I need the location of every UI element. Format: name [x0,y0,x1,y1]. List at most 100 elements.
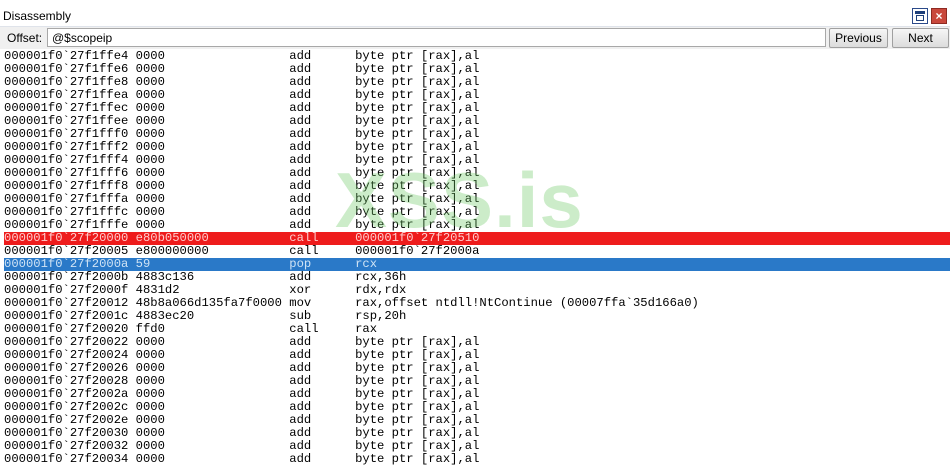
instruction-mnemonic: add [289,127,356,141]
instruction-mnemonic: add [289,62,356,76]
close-icon[interactable]: × [931,8,947,24]
previous-button[interactable]: Previous [829,28,888,48]
window-title: Disassembly [3,9,72,23]
instruction-bytes: 0000 [135,400,290,414]
instruction-operands: byte ptr [rax],al [355,400,480,414]
instruction-bytes: 4883c136 [135,270,290,284]
instruction-bytes: ffd0 [135,322,290,336]
instruction-address: 000001f0`27f1fff2 [4,140,136,154]
instruction-address: 000001f0`27f20028 [4,374,136,388]
instruction-operands: byte ptr [rax],al [355,361,480,375]
instruction-operands: byte ptr [rax],al [355,413,480,427]
instruction-bytes: 0000 [135,179,290,193]
instruction-operands: byte ptr [rax],al [355,426,480,440]
instruction-address: 000001f0`27f1ffea [4,88,136,102]
instruction-operands: byte ptr [rax],al [355,166,480,180]
instruction-mnemonic: add [289,153,356,167]
instruction-address: 000001f0`27f20032 [4,439,136,453]
offset-toolbar: Offset: Previous Next [0,27,950,49]
instruction-bytes: 0000 [135,127,290,141]
instruction-operands: 000001f0`27f2000a [355,244,480,258]
instruction-bytes: 0000 [135,348,290,362]
instruction-address: 000001f0`27f20024 [4,348,136,362]
instruction-bytes: 4831d2 [135,283,290,297]
instruction-address: 000001f0`27f2000f [4,283,136,297]
instruction-address: 000001f0`27f20000 [4,231,136,245]
instruction-operands: byte ptr [rax],al [355,218,480,232]
instruction-mnemonic: add [289,166,356,180]
instruction-operands: byte ptr [rax],al [355,140,480,154]
instruction-bytes: e80b050000 [135,231,290,245]
instruction-operands: byte ptr [rax],al [355,205,480,219]
instruction-address: 000001f0`27f1ffe6 [4,62,136,76]
instruction-mnemonic: add [289,218,356,232]
instruction-mnemonic: add [289,387,356,401]
instruction-address: 000001f0`27f1ffe8 [4,75,136,89]
instruction-address: 000001f0`27f2002c [4,400,136,414]
instruction-address: 000001f0`27f20034 [4,452,136,466]
instruction-mnemonic: add [289,361,356,375]
instruction-mnemonic: add [289,400,356,414]
instruction-bytes: 0000 [135,101,290,115]
instruction-operands: byte ptr [rax],al [355,439,480,453]
instruction-mnemonic: add [289,101,356,115]
instruction-address: 000001f0`27f20005 [4,244,136,258]
offset-label: Offset: [7,31,43,45]
instruction-operands: byte ptr [rax],al [355,452,480,466]
instruction-operands: byte ptr [rax],al [355,62,480,76]
instruction-mnemonic: call [289,322,356,336]
instruction-address: 000001f0`27f2001c [4,309,136,323]
next-button[interactable]: Next [892,28,949,48]
instruction-bytes: 0000 [135,426,290,440]
instruction-address: 000001f0`27f1ffec [4,101,136,115]
instruction-mnemonic: add [289,192,356,206]
disassembly-listing[interactable]: 000001f0`27f1ffe4 0000 add byte ptr [rax… [4,50,950,471]
instruction-bytes: 0000 [135,114,290,128]
instruction-mnemonic: add [289,140,356,154]
instruction-address: 000001f0`27f1fff6 [4,166,136,180]
instruction-bytes: 0000 [135,75,290,89]
instruction-mnemonic: add [289,439,356,453]
instruction-bytes: 0000 [135,387,290,401]
disassembly-row[interactable]: 000001f0`27f20034 0000 add byte ptr [rax… [4,453,950,466]
instruction-operands: rdx,rdx [355,283,407,297]
instruction-address: 000001f0`27f2002a [4,387,136,401]
instruction-bytes: 0000 [135,361,290,375]
offset-input[interactable] [47,28,826,47]
instruction-address: 000001f0`27f1fff0 [4,127,136,141]
instruction-mnemonic: add [289,426,356,440]
instruction-operands: byte ptr [rax],al [355,101,480,115]
instruction-operands: rax,offset ntdll!NtContinue (00007ffa`35… [355,296,699,310]
instruction-mnemonic: mov [289,296,356,310]
window-restore-icon[interactable] [912,8,928,24]
instruction-address: 000001f0`27f2002e [4,413,136,427]
instruction-bytes: 4883ec20 [135,309,290,323]
instruction-address: 000001f0`27f2000b [4,270,136,284]
window-titlebar: Disassembly × [0,0,950,27]
instruction-operands: rcx [355,257,378,271]
instruction-mnemonic: sub [289,309,356,323]
instruction-operands: byte ptr [rax],al [355,374,480,388]
instruction-address: 000001f0`27f20020 [4,322,136,336]
instruction-address: 000001f0`27f20012 [4,296,136,310]
instruction-mnemonic: xor [289,283,356,297]
instruction-mnemonic: add [289,413,356,427]
instruction-operands: rsp,20h [355,309,407,323]
instruction-bytes: 59 [135,257,290,271]
instruction-bytes: 0000 [135,205,290,219]
instruction-mnemonic: call [289,231,356,245]
instruction-address: 000001f0`27f1fffe [4,218,136,232]
instruction-operands: rcx,36h [355,270,407,284]
instruction-operands: byte ptr [rax],al [355,153,480,167]
instruction-operands: byte ptr [rax],al [355,387,480,401]
instruction-mnemonic: add [289,270,356,284]
instruction-bytes: e800000000 [135,244,290,258]
instruction-operands: byte ptr [rax],al [355,114,480,128]
instruction-address: 000001f0`27f1fff4 [4,153,136,167]
instruction-address: 000001f0`27f1fffc [4,205,136,219]
instruction-operands: byte ptr [rax],al [355,179,480,193]
instruction-bytes: 0000 [135,335,290,349]
instruction-bytes: 0000 [135,192,290,206]
instruction-bytes: 0000 [135,166,290,180]
instruction-bytes: 0000 [135,153,290,167]
